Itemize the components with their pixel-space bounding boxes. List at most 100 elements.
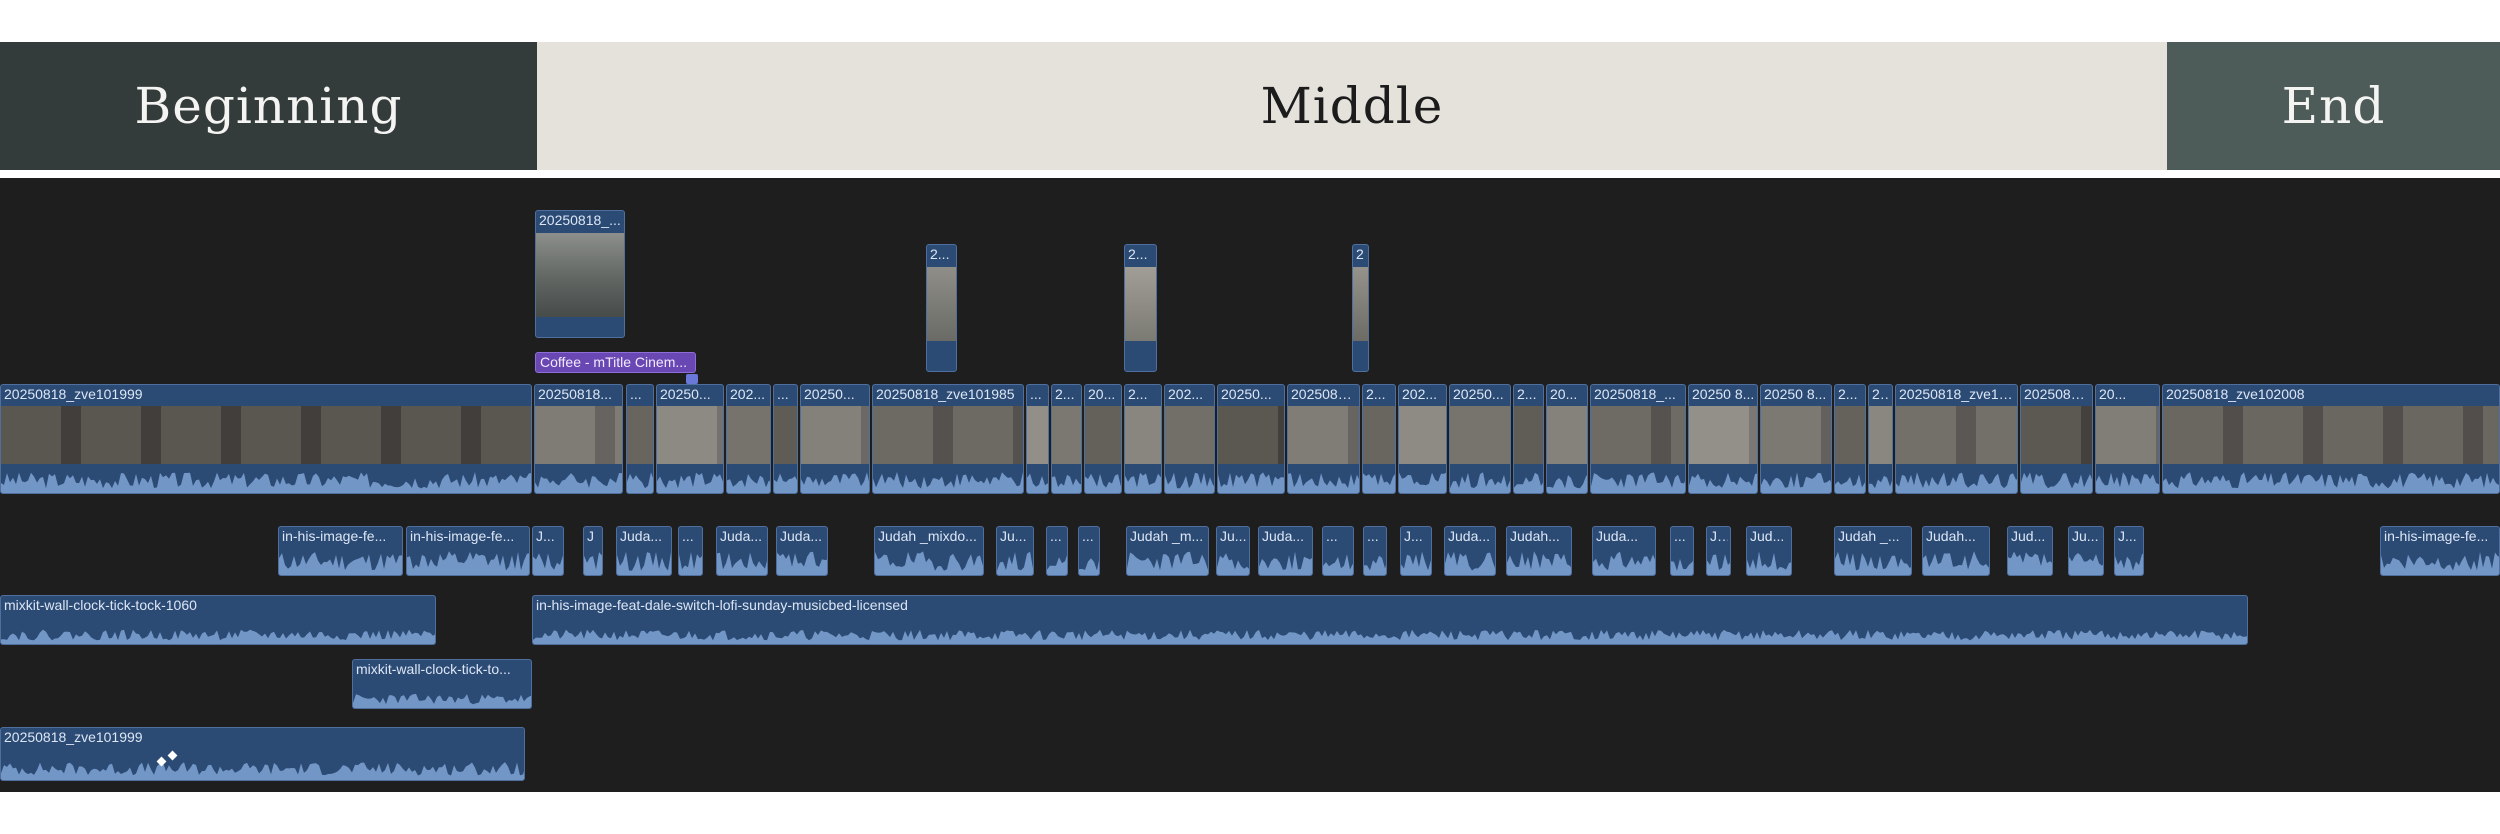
primary-clip[interactable]: 202... bbox=[1398, 384, 1447, 494]
audio-waveform bbox=[1671, 547, 1693, 575]
audio-clip[interactable]: Ju... bbox=[2068, 526, 2104, 576]
audio-clip[interactable]: ... bbox=[1078, 526, 1100, 576]
audio-clip[interactable]: Juda... bbox=[716, 526, 768, 576]
primary-clip[interactable]: 20... bbox=[1546, 384, 1588, 494]
primary-clip[interactable]: 2... bbox=[1513, 384, 1544, 494]
audio-clip[interactable]: ... bbox=[1670, 526, 1694, 576]
primary-clip[interactable]: ... bbox=[773, 384, 798, 494]
section-middle[interactable]: Middle bbox=[537, 42, 2167, 170]
section-beginning[interactable]: Beginning bbox=[0, 42, 537, 170]
audio-clip[interactable]: J... bbox=[1706, 526, 1731, 576]
clip-label: ... bbox=[1674, 528, 1686, 544]
clip-label: 202... bbox=[1402, 386, 1438, 402]
audio-clip[interactable]: Ju... bbox=[1216, 526, 1250, 576]
primary-clip[interactable]: 2... bbox=[1124, 384, 1162, 494]
primary-clip[interactable]: 20250... bbox=[656, 384, 724, 494]
sfx-clip[interactable]: mixkit-wall-clock-tick-to... bbox=[352, 659, 532, 709]
audio-clip[interactable]: ... bbox=[1046, 526, 1068, 576]
title-clip[interactable]: Coffee - mTitle Cinem... bbox=[535, 352, 696, 373]
primary-clip[interactable]: 20250818_zve102008 bbox=[2162, 384, 2500, 494]
primary-clip[interactable]: 20250818_zve101985 bbox=[872, 384, 1024, 494]
connected-clip[interactable]: 2 bbox=[1352, 244, 1369, 372]
primary-clip[interactable]: 2... bbox=[1834, 384, 1866, 494]
primary-clip[interactable]: 202... bbox=[726, 384, 771, 494]
clip-label: 20250... bbox=[804, 386, 855, 402]
playhead-marker[interactable] bbox=[686, 374, 698, 384]
audio-clip[interactable]: Juda... bbox=[1444, 526, 1496, 576]
audio-waveform bbox=[1401, 547, 1431, 575]
primary-clip[interactable]: 20250... bbox=[1449, 384, 1511, 494]
audio-clip[interactable]: J... bbox=[1400, 526, 1432, 576]
primary-clip[interactable]: 202... bbox=[1164, 384, 1215, 494]
audio-clip[interactable]: Jud... bbox=[2007, 526, 2053, 576]
audio-clip[interactable]: in-his-image-fe... bbox=[406, 526, 530, 576]
audio-clip[interactable]: J... bbox=[2114, 526, 2144, 576]
primary-clip[interactable]: 20250818... bbox=[534, 384, 623, 494]
connected-clip[interactable]: 2... bbox=[926, 244, 957, 372]
primary-clip[interactable]: 20... bbox=[2095, 384, 2160, 494]
primary-clip[interactable]: 20... bbox=[1084, 384, 1122, 494]
audio-clip[interactable]: Juda... bbox=[776, 526, 828, 576]
audio-waveform bbox=[1052, 463, 1081, 493]
primary-clip[interactable]: 20250818_zve101999 bbox=[0, 384, 532, 494]
primary-clip[interactable]: 20250... bbox=[1217, 384, 1285, 494]
clip-thumbnail bbox=[1689, 406, 1757, 464]
primary-clip[interactable]: ... bbox=[1026, 384, 1049, 494]
connected-clip[interactable]: 2... bbox=[1124, 244, 1157, 372]
audio-waveform bbox=[2381, 547, 2499, 575]
clip-thumbnail bbox=[1761, 406, 1831, 464]
primary-clip[interactable]: 20250... bbox=[800, 384, 870, 494]
primary-clip[interactable]: 2... bbox=[1868, 384, 1893, 494]
music-clip[interactable]: in-his-image-feat-dale-switch-lofi-sunda… bbox=[532, 595, 2248, 645]
audio-waveform bbox=[1165, 463, 1214, 493]
audio-clip[interactable]: Juda... bbox=[1592, 526, 1656, 576]
primary-clip[interactable]: ... bbox=[626, 384, 654, 494]
clip-thumbnail bbox=[1591, 406, 1685, 464]
audio-waveform bbox=[875, 547, 983, 575]
connected-clip[interactable]: 20250818_... bbox=[535, 210, 625, 338]
primary-clip[interactable]: 20250818_zve101... bbox=[1895, 384, 2018, 494]
primary-clip[interactable]: 2... bbox=[1362, 384, 1396, 494]
clip-label: Juda... bbox=[620, 528, 663, 544]
audio-waveform bbox=[2115, 547, 2143, 575]
clip-label: mixkit-wall-clock-tick-tock-1060 bbox=[4, 597, 197, 613]
audio-clip[interactable]: Judah _mixdo... bbox=[874, 526, 984, 576]
audio-waveform bbox=[1896, 463, 2017, 493]
clip-label: 20... bbox=[2099, 386, 2127, 402]
primary-clip[interactable]: 20250 8... bbox=[1760, 384, 1832, 494]
audio-clip[interactable]: ... bbox=[678, 526, 703, 576]
audio-clip[interactable]: Juda... bbox=[1258, 526, 1313, 576]
clip-thumbnail bbox=[1125, 406, 1161, 464]
audio-clip[interactable]: J... bbox=[532, 526, 564, 576]
primary-clip[interactable]: 20250 8... bbox=[1688, 384, 1758, 494]
audio-clip[interactable]: Judah... bbox=[1922, 526, 1990, 576]
clip-label: in-his-image-fe... bbox=[2384, 528, 2489, 544]
clip-label: 20250 8... bbox=[1692, 386, 1755, 402]
audio-waveform bbox=[1027, 463, 1048, 493]
sfx-clip[interactable]: mixkit-wall-clock-tick-tock-1060 bbox=[0, 595, 436, 645]
clip-label: J... bbox=[2118, 528, 2137, 544]
primary-clip[interactable]: 2025081... bbox=[2020, 384, 2093, 494]
section-end[interactable]: End bbox=[2167, 42, 2500, 170]
audio-clip[interactable]: J bbox=[583, 526, 603, 576]
audio-clip[interactable]: ... bbox=[1363, 526, 1387, 576]
audio-clip[interactable]: Judah _m... bbox=[1126, 526, 1209, 576]
timeline[interactable]: 20250818_... 2... 2... 2 Coffee - mTitle… bbox=[0, 178, 2500, 792]
audio-clip[interactable]: Judah... bbox=[1506, 526, 1572, 576]
audio-clip[interactable]: in-his-image-fe... bbox=[278, 526, 403, 576]
clip-label: ... bbox=[630, 386, 642, 402]
audio-clip[interactable]: Ju... bbox=[996, 526, 1034, 576]
primary-clip[interactable]: 20250818_... bbox=[1590, 384, 1686, 494]
clip-label: 20250818_... bbox=[539, 212, 621, 228]
primary-clip[interactable]: 2... bbox=[1051, 384, 1082, 494]
audio-clip[interactable]: Juda... bbox=[616, 526, 672, 576]
audio-waveform bbox=[1835, 463, 1865, 493]
audio-clip[interactable]: Judah _... bbox=[1834, 526, 1912, 576]
primary-clip[interactable]: 2025081... bbox=[1287, 384, 1360, 494]
audio-clip[interactable]: in-his-image-fe... bbox=[2380, 526, 2500, 576]
clip-label: 20250818_zve102008 bbox=[2166, 386, 2305, 402]
audio-clip-bottom[interactable]: 20250818_zve101999 bbox=[0, 727, 525, 781]
audio-clip[interactable]: ... bbox=[1322, 526, 1354, 576]
audio-clip[interactable]: Jud... bbox=[1746, 526, 1792, 576]
clip-label: in-his-image-feat-dale-switch-lofi-sunda… bbox=[536, 597, 908, 613]
